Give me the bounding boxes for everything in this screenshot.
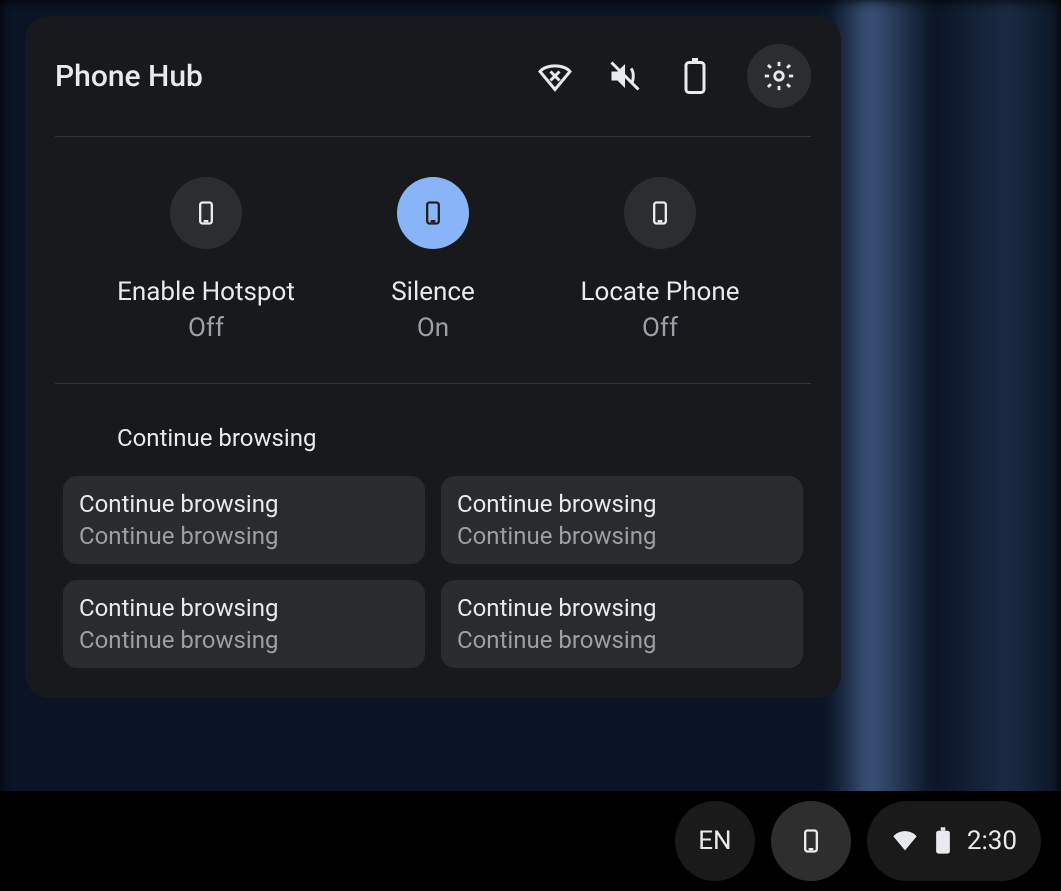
enable-hotspot-button[interactable] — [170, 177, 242, 249]
quick-actions-row: Enable Hotspot Off Silence On Locate Pho… — [55, 137, 811, 383]
phone-status-icons — [537, 44, 811, 108]
phone-icon — [797, 827, 825, 855]
silence-button[interactable] — [397, 177, 469, 249]
quick-action-label: Enable Hotspot — [117, 277, 295, 307]
quick-action-state: Off — [188, 313, 224, 343]
quick-action-silence: Silence On — [328, 177, 538, 343]
quick-action-locate-phone: Locate Phone Off — [555, 177, 765, 343]
chip-subtitle: Continue browsing — [79, 522, 409, 550]
quick-action-state: On — [417, 313, 449, 343]
continue-browsing-title: Continue browsing — [55, 384, 811, 476]
unified-system-tray[interactable]: 2:30 — [867, 801, 1041, 881]
continue-browsing-chip[interactable]: Continue browsing Continue browsing — [63, 580, 425, 668]
wifi-icon — [891, 827, 919, 855]
chip-subtitle: Continue browsing — [457, 522, 787, 550]
quick-action-label: Silence — [391, 277, 475, 307]
wifi-off-icon — [537, 58, 573, 94]
phone-hub-title: Phone Hub — [55, 59, 203, 94]
gear-icon — [762, 59, 796, 93]
chip-title: Continue browsing — [79, 490, 409, 518]
ime-label: EN — [698, 826, 731, 856]
chip-title: Continue browsing — [79, 594, 409, 622]
chip-subtitle: Continue browsing — [79, 626, 409, 654]
phone-hub-header: Phone Hub — [55, 16, 811, 136]
chip-subtitle: Continue browsing — [457, 626, 787, 654]
phone-icon — [192, 199, 220, 227]
quick-action-enable-hotspot: Enable Hotspot Off — [101, 177, 311, 343]
continue-browsing-chip[interactable]: Continue browsing Continue browsing — [441, 476, 803, 564]
chip-title: Continue browsing — [457, 490, 787, 518]
phone-hub-panel: Phone Hub — [25, 16, 841, 698]
continue-browsing-chip[interactable]: Continue browsing Continue browsing — [441, 580, 803, 668]
phone-icon — [419, 199, 447, 227]
phone-icon — [646, 199, 674, 227]
volume-mute-icon — [607, 58, 643, 94]
locate-phone-button[interactable] — [624, 177, 696, 249]
clock-label: 2:30 — [967, 826, 1017, 856]
quick-action-label: Locate Phone — [580, 277, 739, 307]
quick-action-state: Off — [642, 313, 678, 343]
settings-button[interactable] — [747, 44, 811, 108]
chip-title: Continue browsing — [457, 594, 787, 622]
system-shelf: EN 2:30 — [0, 791, 1061, 891]
phone-hub-tray-button[interactable] — [771, 801, 851, 881]
continue-browsing-chip[interactable]: Continue browsing Continue browsing — [63, 476, 425, 564]
ime-button[interactable]: EN — [675, 801, 755, 881]
continue-browsing-grid: Continue browsing Continue browsing Cont… — [55, 476, 811, 668]
battery-icon — [935, 827, 951, 855]
battery-icon — [677, 58, 713, 94]
